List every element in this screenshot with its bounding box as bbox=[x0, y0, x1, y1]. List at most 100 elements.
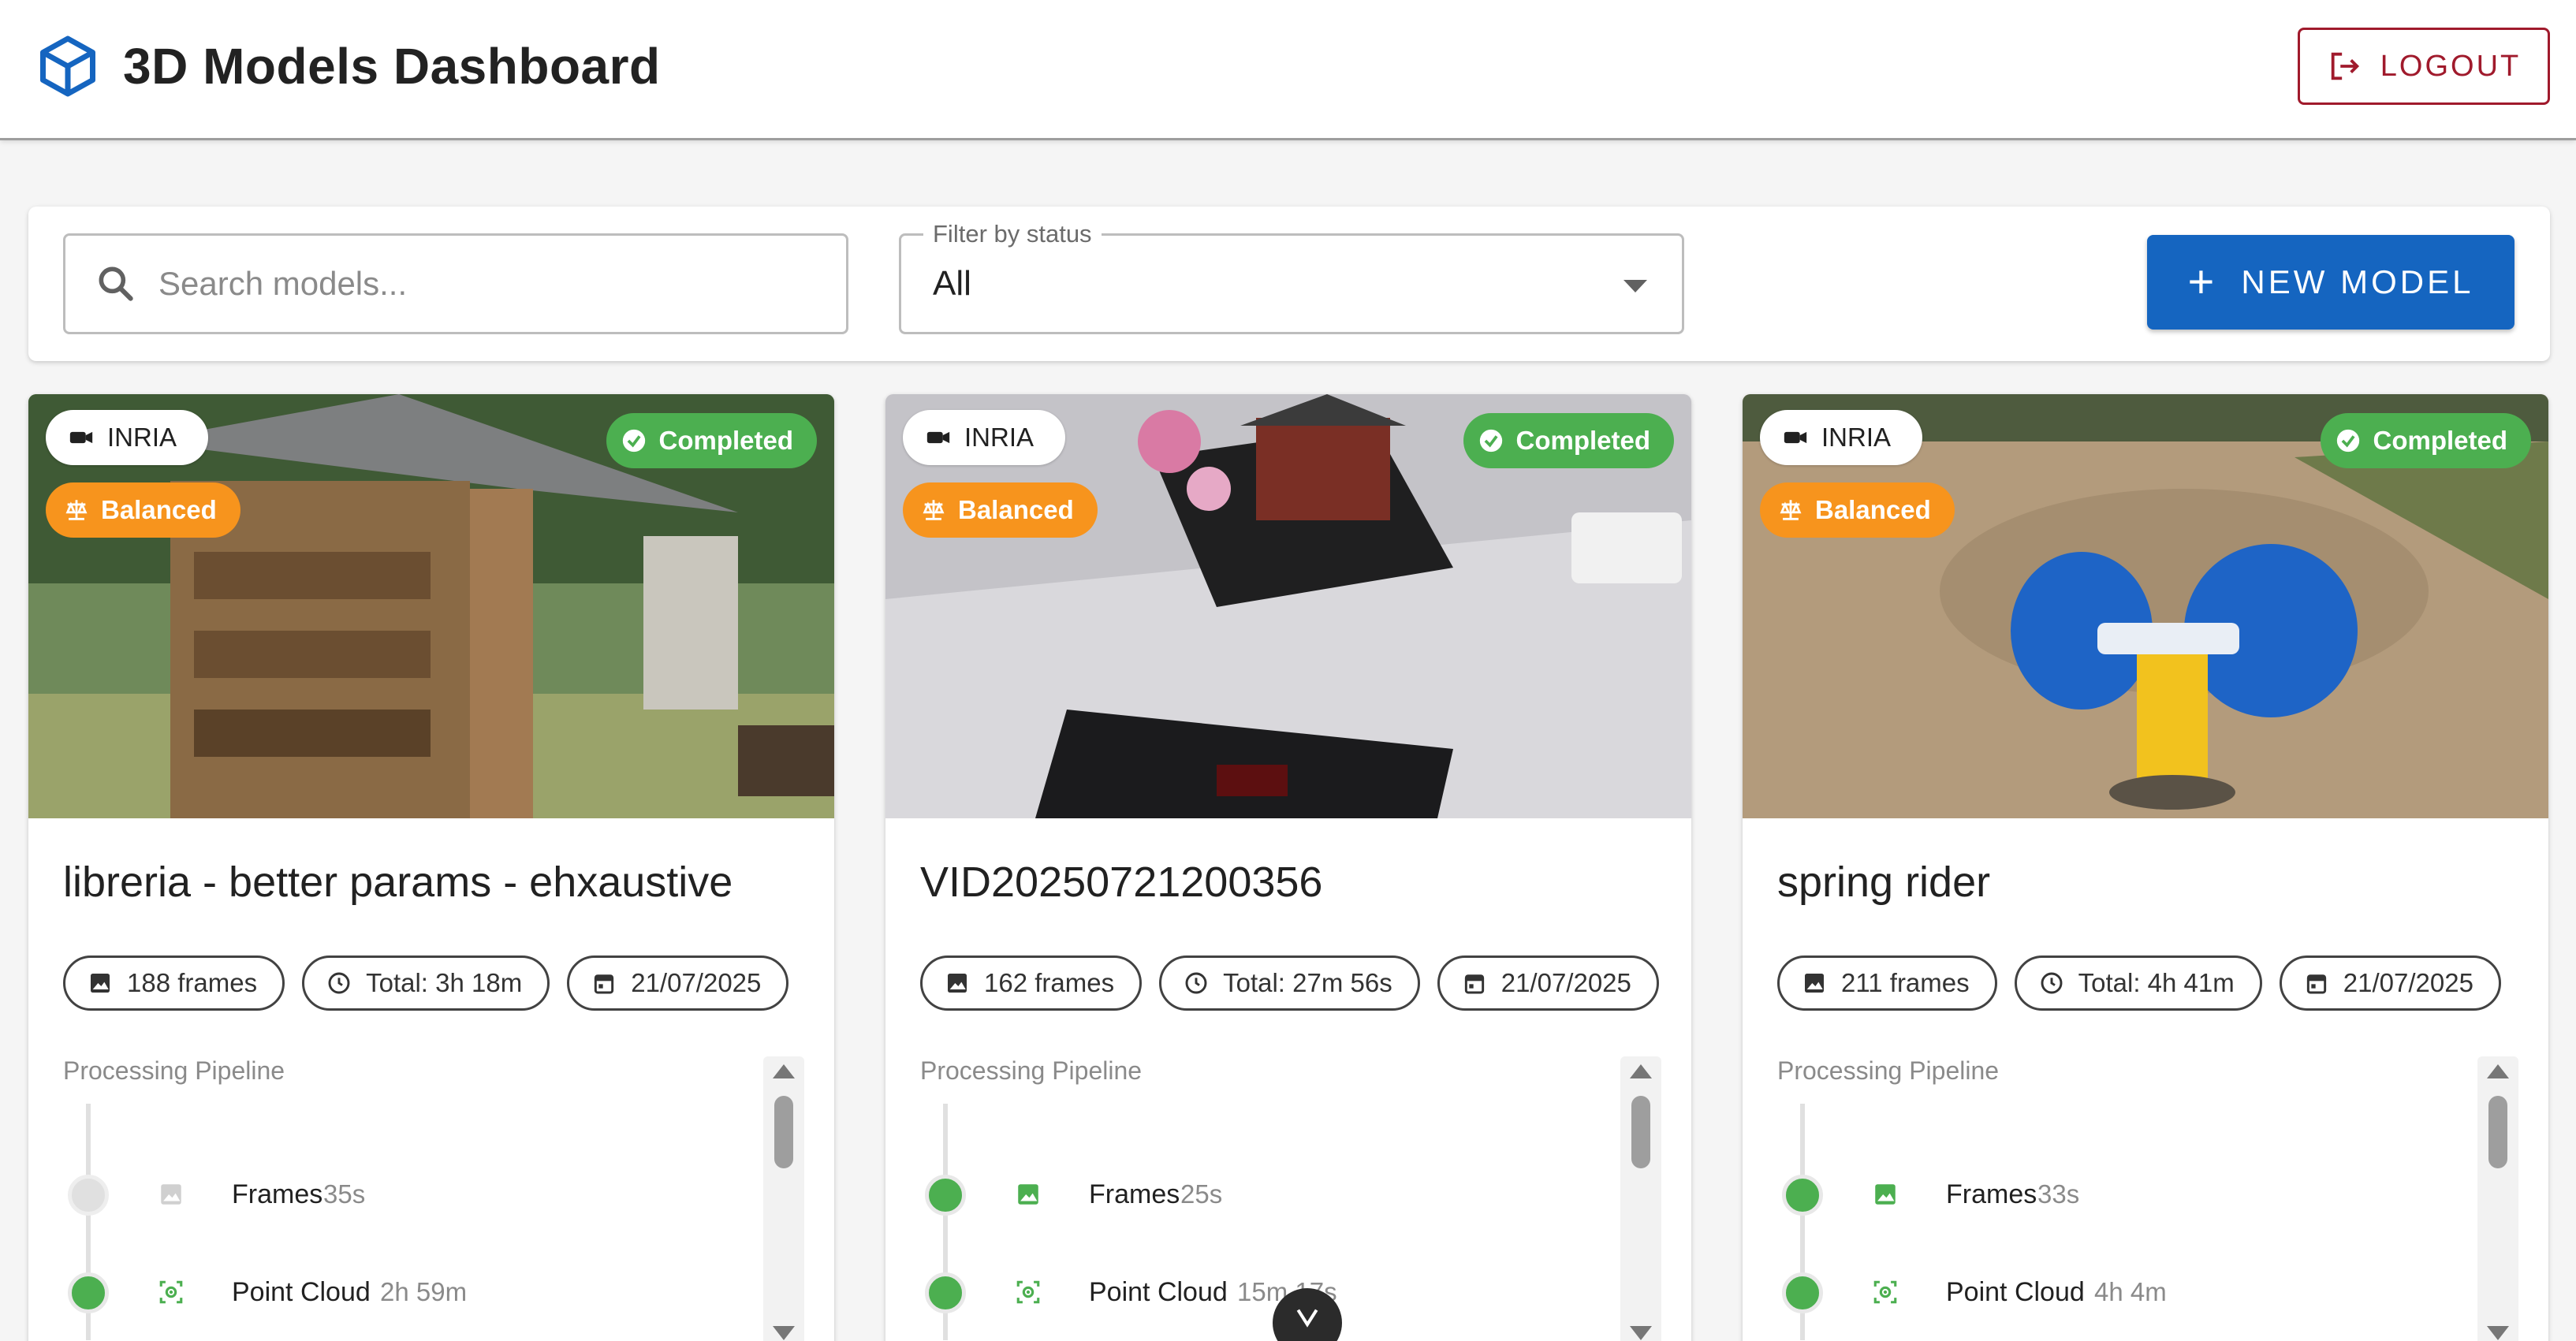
balance-scale-icon bbox=[923, 500, 945, 520]
quality-badge: Balanced bbox=[903, 482, 1098, 538]
step-name: Point Cloud bbox=[1089, 1277, 1228, 1307]
logout-button[interactable]: LOGOUT bbox=[2298, 28, 2550, 105]
scroll-thumb[interactable] bbox=[1631, 1096, 1650, 1168]
new-model-label: NEW MODEL bbox=[2241, 263, 2474, 300]
search-icon bbox=[99, 266, 133, 301]
pipeline-step: Point Cloud 4h 4m bbox=[1777, 1265, 2471, 1320]
pipeline-scrollbar[interactable] bbox=[763, 1056, 804, 1341]
processing-pipeline: Frames 35s Point Cloud 2h 59m bbox=[63, 1104, 804, 1340]
pipeline-heading: Processing Pipeline bbox=[1777, 1056, 2000, 1085]
balance-scale-icon bbox=[1780, 500, 1802, 520]
new-model-button[interactable]: + NEW MODEL bbox=[2147, 235, 2514, 330]
status-badge: Completed bbox=[1463, 413, 1674, 468]
balance-scale-icon bbox=[65, 500, 88, 520]
frames-chip: 211 frames bbox=[1777, 955, 1997, 1011]
step-name: Point Cloud bbox=[1946, 1277, 2085, 1307]
chevron-down-icon bbox=[1296, 1309, 1318, 1328]
step-name: Frames bbox=[1946, 1179, 2037, 1209]
scroll-up-arrow-icon[interactable] bbox=[773, 1064, 795, 1078]
check-circle-icon bbox=[623, 429, 646, 453]
app-header: 3D Models Dashboard LOGOUT bbox=[0, 0, 2576, 140]
source-badge: INRIA bbox=[1760, 410, 1923, 465]
logout-label: LOGOUT bbox=[2380, 49, 2522, 83]
scroll-thumb[interactable] bbox=[2488, 1096, 2507, 1168]
camera-icon bbox=[1784, 431, 1807, 444]
quality-badge: Balanced bbox=[46, 482, 240, 538]
status-filter-select[interactable]: Filter by status All bbox=[899, 220, 1684, 334]
step-name: Frames bbox=[1089, 1179, 1180, 1209]
clock-icon bbox=[328, 972, 350, 994]
created-date: 21/07/2025 bbox=[2343, 968, 2473, 997]
scroll-thumb[interactable] bbox=[774, 1096, 793, 1168]
model-meta: 162 frames Total: 27m 56s 21/07/2025 bbox=[920, 955, 1659, 1011]
date-chip: 21/07/2025 bbox=[1437, 955, 1659, 1011]
check-circle-icon bbox=[1480, 429, 1503, 453]
scroll-down-arrow-icon[interactable] bbox=[773, 1326, 795, 1340]
dropdown-arrow-icon[interactable] bbox=[1624, 280, 1647, 292]
source-label: INRIA bbox=[1821, 423, 1892, 452]
logout-icon bbox=[2331, 52, 2359, 80]
pipeline-step: Point Cloud 15m 17s bbox=[920, 1265, 1614, 1320]
status-label: Completed bbox=[658, 426, 793, 455]
check-circle-icon bbox=[2337, 429, 2360, 453]
step-name: Frames bbox=[232, 1179, 323, 1209]
pipeline-scrollbar[interactable] bbox=[1620, 1056, 1661, 1341]
point-cloud-icon bbox=[1873, 1280, 1897, 1304]
model-title[interactable]: VID20250721200356 bbox=[920, 858, 1322, 907]
search-input[interactable] bbox=[158, 265, 805, 303]
total-time: Total: 3h 18m bbox=[366, 968, 523, 997]
source-label: INRIA bbox=[107, 423, 177, 452]
calendar-icon bbox=[595, 974, 614, 994]
frames-chip: 162 frames bbox=[920, 955, 1143, 1011]
pipeline-heading: Processing Pipeline bbox=[920, 1056, 1143, 1085]
total-time: Total: 4h 41m bbox=[2078, 968, 2235, 997]
step-status-dot bbox=[925, 1175, 966, 1216]
plus-icon: + bbox=[2187, 256, 2218, 307]
scroll-up-arrow-icon[interactable] bbox=[2487, 1064, 2509, 1078]
image-icon bbox=[948, 974, 967, 993]
step-duration: 4h 4m bbox=[2094, 1277, 2167, 1306]
model-card[interactable]: INRIA Balanced Completed spring rider 21… bbox=[1743, 394, 2548, 1341]
frames-count: 211 frames bbox=[1841, 968, 1970, 997]
quality-badge: Balanced bbox=[1760, 482, 1955, 538]
search-field[interactable] bbox=[63, 233, 848, 334]
step-duration: 25s bbox=[1180, 1179, 1223, 1209]
step-name: Point Cloud bbox=[232, 1277, 371, 1307]
point-cloud-icon bbox=[159, 1280, 183, 1304]
step-status-dot bbox=[68, 1175, 109, 1216]
source-badge: INRIA bbox=[903, 410, 1066, 465]
model-card[interactable]: INRIA Balanced Completed VID202507212003… bbox=[885, 394, 1691, 1341]
frames-count: 162 frames bbox=[984, 968, 1115, 997]
page-title: 3D Models Dashboard bbox=[123, 38, 661, 95]
source-label: INRIA bbox=[964, 423, 1035, 452]
pipeline-scrollbar[interactable] bbox=[2477, 1056, 2518, 1341]
pipeline-heading: Processing Pipeline bbox=[63, 1056, 285, 1085]
source-badge: INRIA bbox=[46, 410, 209, 465]
model-meta: 188 frames Total: 3h 18m 21/07/2025 bbox=[63, 955, 789, 1011]
filter-label: Filter by status bbox=[923, 220, 1102, 248]
total-time-chip: Total: 27m 56s bbox=[1159, 955, 1420, 1011]
model-card[interactable]: INRIA Balanced Completed libreria - bett… bbox=[28, 394, 834, 1341]
total-time: Total: 27m 56s bbox=[1223, 968, 1392, 997]
status-label: Completed bbox=[1515, 426, 1650, 455]
date-chip: 21/07/2025 bbox=[2279, 955, 2501, 1011]
model-title[interactable]: libreria - better params - ehxaustive bbox=[63, 858, 733, 907]
toolbar: Filter by status All + NEW MODEL bbox=[28, 207, 2550, 361]
scroll-down-arrow-icon[interactable] bbox=[1630, 1326, 1652, 1340]
processing-pipeline: Frames 33s Point Cloud 4h 4m bbox=[1777, 1104, 2518, 1340]
scroll-down-arrow-icon[interactable] bbox=[2487, 1326, 2509, 1340]
total-time-chip: Total: 4h 41m bbox=[2014, 955, 2262, 1011]
clock-icon bbox=[1185, 972, 1207, 994]
model-title[interactable]: spring rider bbox=[1777, 858, 1990, 907]
status-label: Completed bbox=[2373, 426, 2507, 455]
step-status-dot bbox=[68, 1272, 109, 1313]
filter-value: All bbox=[933, 264, 971, 303]
scroll-up-arrow-icon[interactable] bbox=[1630, 1064, 1652, 1078]
calendar-icon bbox=[2306, 974, 2326, 994]
step-status-dot bbox=[1782, 1175, 1823, 1216]
frames-icon bbox=[1018, 1184, 1038, 1205]
pipeline-step: Frames 35s bbox=[63, 1167, 757, 1222]
total-time-chip: Total: 3h 18m bbox=[302, 955, 550, 1011]
pipeline-step: Point Cloud 2h 59m bbox=[63, 1265, 757, 1320]
image-icon bbox=[91, 974, 110, 993]
